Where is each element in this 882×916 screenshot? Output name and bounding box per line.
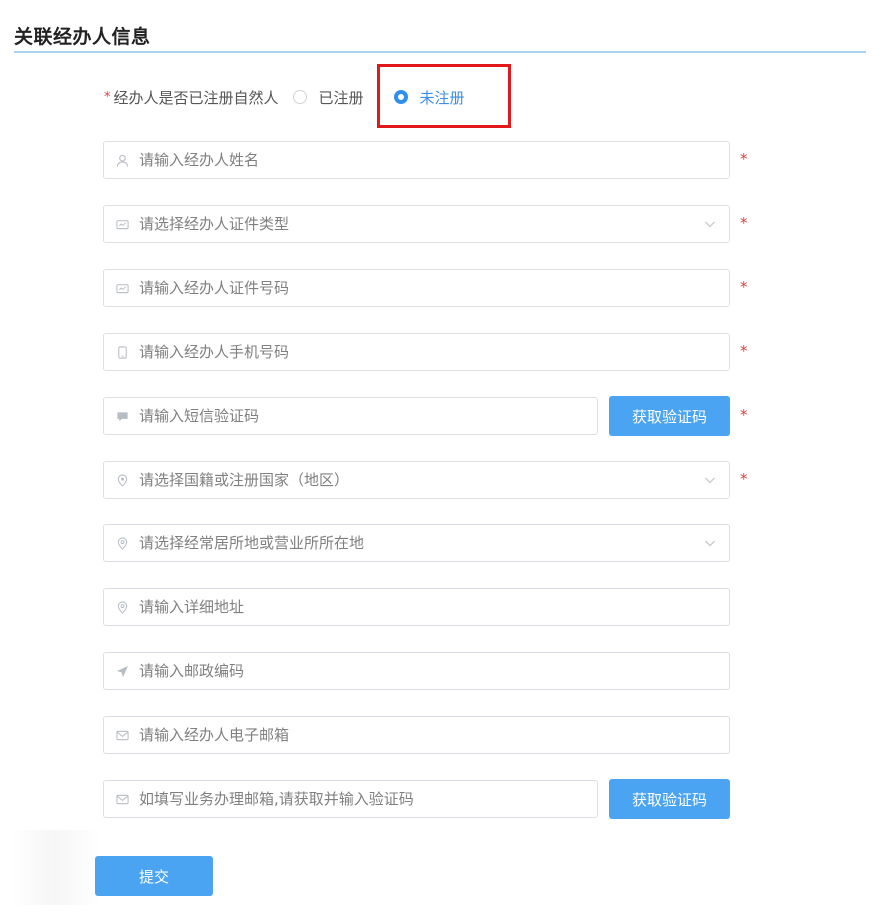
id-card-icon	[116, 218, 129, 231]
chevron-down-icon[interactable]	[703, 473, 717, 487]
business-email-input[interactable]	[139, 781, 597, 817]
email-field[interactable]	[103, 716, 730, 754]
agent-name-field[interactable]	[103, 141, 730, 179]
required-mark: *	[740, 342, 748, 360]
required-mark: *	[104, 89, 111, 105]
section-divider	[14, 51, 866, 53]
residence-input[interactable]	[139, 525, 703, 561]
get-email-code-button[interactable]: 获取验证码	[609, 779, 730, 819]
highlight-annotation-box	[377, 64, 511, 128]
business-email-field[interactable]	[103, 780, 598, 818]
required-mark: *	[740, 406, 748, 424]
message-icon	[116, 410, 129, 423]
sms-code-input[interactable]	[139, 398, 597, 434]
nationality-select[interactable]	[103, 461, 730, 499]
address-input[interactable]	[139, 589, 729, 625]
mail-icon	[116, 793, 129, 806]
required-mark: *	[740, 278, 748, 296]
section-title: 关联经办人信息	[14, 26, 151, 48]
address-field[interactable]	[103, 588, 730, 626]
id-card-icon	[116, 282, 129, 295]
id-number-field[interactable]	[103, 269, 730, 307]
sms-code-field[interactable]	[103, 397, 598, 435]
send-icon	[116, 665, 129, 678]
registered-question-label: 经办人是否已注册自然人	[113, 88, 279, 107]
nationality-input[interactable]	[139, 462, 703, 498]
radio-registered-label[interactable]: 已注册	[319, 87, 364, 108]
residence-select[interactable]	[103, 524, 730, 562]
chevron-down-icon[interactable]	[703, 217, 717, 231]
id-type-select[interactable]	[103, 205, 730, 243]
phone-field[interactable]	[103, 333, 730, 371]
email-input[interactable]	[139, 717, 729, 753]
id-type-input[interactable]	[139, 206, 703, 242]
chevron-down-icon[interactable]	[703, 536, 717, 550]
required-mark: *	[740, 150, 748, 168]
mail-icon	[116, 729, 129, 742]
location-pin-icon	[116, 536, 129, 550]
phone-input[interactable]	[139, 334, 729, 370]
agent-name-input[interactable]	[139, 142, 729, 178]
postcode-field[interactable]	[103, 652, 730, 690]
get-sms-code-button[interactable]: 获取验证码	[609, 396, 730, 436]
blurred-watermark	[10, 830, 100, 905]
required-mark: *	[740, 470, 748, 488]
required-mark: *	[740, 214, 748, 232]
submit-button[interactable]: 提交	[95, 856, 213, 896]
postcode-input[interactable]	[139, 653, 729, 689]
radio-registered[interactable]: 已注册	[292, 87, 364, 108]
radio-circle-icon[interactable]	[292, 90, 307, 104]
mobile-phone-icon	[116, 345, 129, 359]
user-icon	[116, 154, 129, 167]
location-pin-icon	[116, 473, 129, 487]
location-pin-icon	[116, 600, 129, 614]
id-number-input[interactable]	[139, 270, 729, 306]
